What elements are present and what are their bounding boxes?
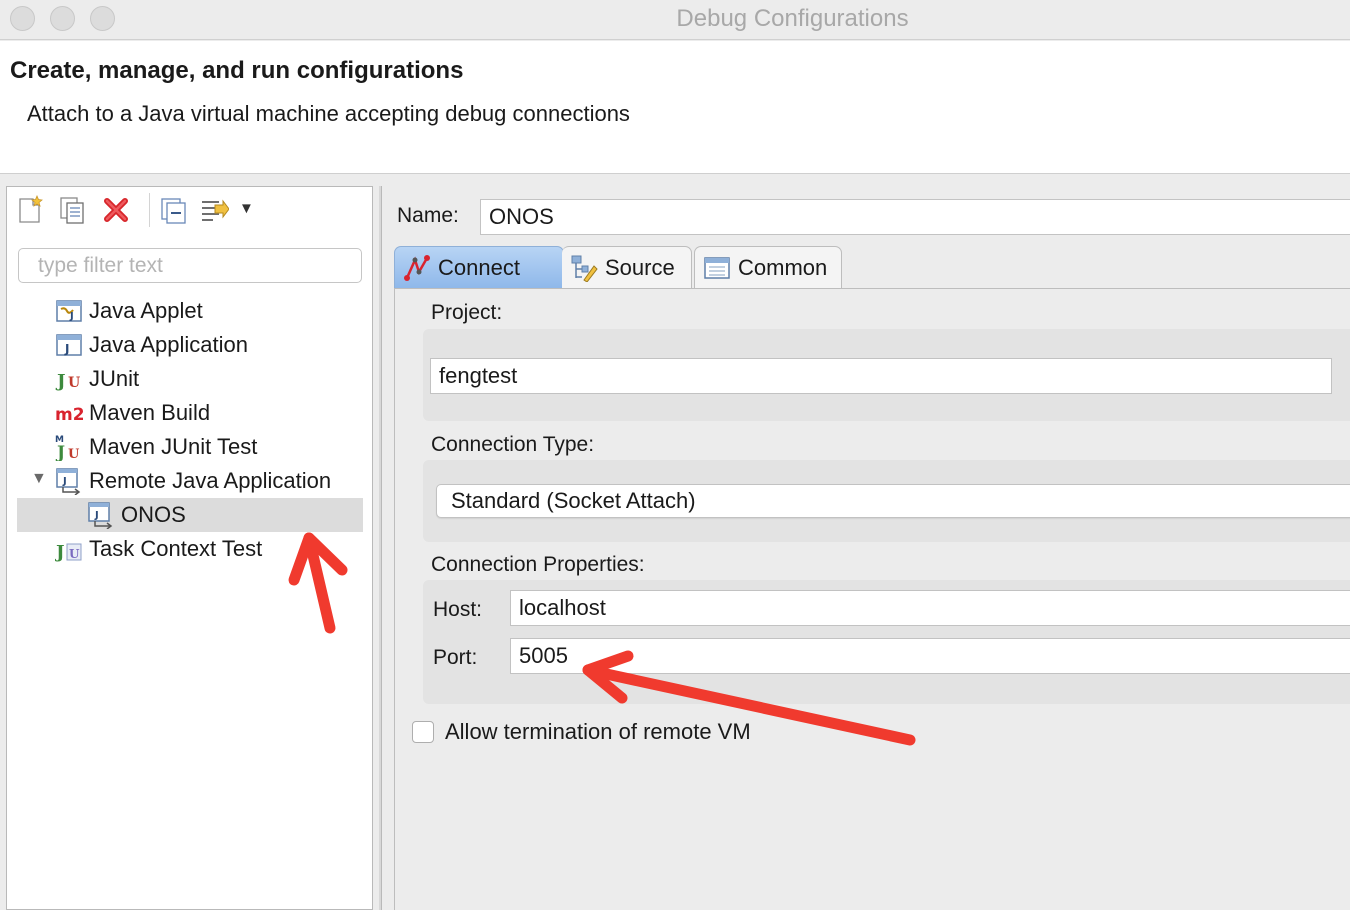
svg-text:J: J [55,443,65,461]
delete-icon[interactable] [101,195,131,225]
project-input[interactable] [430,358,1332,394]
project-label: Project: [431,301,503,324]
connection-properties-label: Connection Properties: [431,553,645,576]
junit-icon: J U [55,365,83,393]
source-icon [570,254,598,283]
svg-text:J: J [55,371,66,392]
dialog-header: Create, manage, and run configurations A… [0,41,1350,174]
expand-twisty-icon[interactable]: ▼ [31,470,47,488]
svg-text:U: U [68,447,80,461]
connection-type-group: Standard (Socket Attach) [423,460,1350,542]
maven-icon: m2 [55,399,85,427]
tree-item-label: Task Context Test [89,536,263,561]
title-bar: Debug Configurations [0,0,1350,40]
host-label: Host: [433,598,483,621]
svg-text:U: U [69,547,80,561]
tree-item-label: Maven Build [89,400,211,425]
allow-termination-label: Allow termination of remote VM [445,719,751,744]
dropdown-arrow-icon[interactable]: ▼ [239,200,254,217]
duplicate-icon[interactable] [57,195,87,225]
toolbar-separator [149,193,150,227]
svg-text:J: J [55,542,65,563]
header-title: Create, manage, and run configurations [10,57,464,84]
project-group [423,329,1350,421]
java-application-icon: J [55,331,83,359]
svg-text:U: U [68,375,80,391]
tree-item-onos[interactable]: J ONOS [17,498,363,532]
tab-label: Connect [438,254,520,280]
filter-icon[interactable] [199,195,230,225]
svg-text:J: J [69,311,74,322]
tree-item-label: JUnit [89,366,140,391]
collapse-all-icon[interactable] [159,195,189,225]
tab-connect[interactable]: Connect [394,246,564,288]
svg-text:J: J [94,510,99,521]
header-description: Attach to a Java virtual machine accepti… [27,101,630,126]
maven-junit-icon: M J U [55,433,83,463]
config-editor-panel: Name: Connect [381,186,1350,910]
connect-icon [403,254,431,282]
config-tabs: Connect Source Common [394,246,1350,288]
tree-toolbar: ▼ [7,187,372,235]
tree-item-label: Remote Java Application [89,468,332,493]
name-label: Name: [397,204,459,227]
tree-item-label: Java Applet [89,298,203,323]
tree-item-task-context-test[interactable]: J U Task Context Test [54,532,263,566]
remote-java-icon: J [87,501,115,530]
tree-item-label: Maven JUnit Test [89,434,258,459]
port-input[interactable] [510,638,1350,674]
tree-item-maven-build[interactable]: m2 Maven Build [55,396,210,430]
tree-item-junit[interactable]: J U JUnit [55,362,139,396]
window-title: Debug Configurations [676,5,909,32]
tree-item-label: Java Application [89,332,248,357]
connection-type-select[interactable]: Standard (Socket Attach) [436,484,1350,518]
tree-item-remote-java-application[interactable]: J Remote Java Application [55,464,331,498]
port-label: Port: [433,646,478,669]
connection-type-value: Standard (Socket Attach) [451,488,696,513]
name-input[interactable] [480,199,1350,235]
remote-java-icon: J [55,467,83,496]
tree-item-label: ONOS [121,502,186,527]
tab-source[interactable]: Source [562,246,692,288]
host-input[interactable] [510,590,1350,626]
svg-text:J: J [64,342,69,356]
tree-item-java-applet[interactable]: J Java Applet [55,294,203,328]
filter-input[interactable] [18,248,362,283]
common-icon [703,254,731,282]
allow-termination-checkbox[interactable] [412,721,434,743]
connect-tab-content: Project: Connection Type: Standard (Sock… [394,288,1350,910]
new-launch-config-icon[interactable] [15,194,45,225]
tab-label: Source [605,254,675,280]
java-applet-icon: J [55,297,83,325]
tab-common[interactable]: Common [694,246,842,288]
tree-item-java-application[interactable]: J Java Application [55,328,248,362]
connection-type-label: Connection Type: [431,433,595,456]
launch-config-tree-panel: ▼ J Java Applet J [6,186,373,910]
connection-properties-group: Host: Port: [423,580,1350,704]
task-context-icon: J U [54,535,83,563]
svg-text:m2: m2 [55,405,83,425]
svg-text:J: J [62,476,67,487]
tab-label: Common [738,254,828,280]
tree-item-maven-junit-test[interactable]: M J U Maven JUnit Test [55,430,257,464]
